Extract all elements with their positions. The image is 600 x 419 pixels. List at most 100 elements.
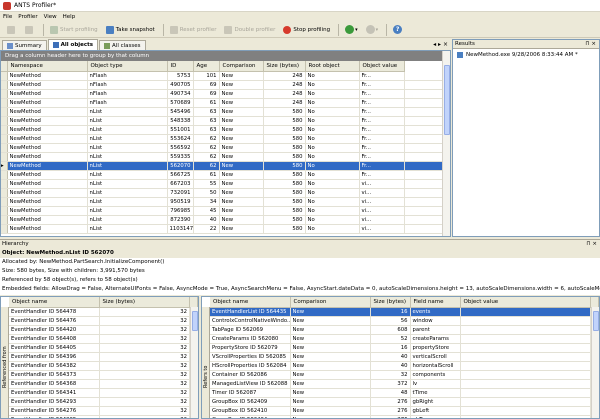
tab-all-classes[interactable]: All classes <box>99 40 146 50</box>
col-size[interactable]: Size (bytes) <box>263 61 306 72</box>
table-row[interactable]: NewMethod nList 548338 63 New 580 No Fr... <box>1 116 450 126</box>
stop-profiling-button[interactable]: Stop profiling <box>280 23 333 37</box>
col-object-name[interactable]: Object name <box>9 297 100 308</box>
tab-nav-icon[interactable]: ◂ ▸ × <box>433 41 448 48</box>
list-item[interactable]: ControlxControlNativeWindo... New 56 window <box>210 316 599 326</box>
menu-profiler[interactable]: Profiler <box>18 14 37 20</box>
list-item[interactable]: EventHandler ID 564341 32 <box>9 388 198 398</box>
list-item[interactable]: Timer ID 562087 New 48 tTime <box>210 388 599 398</box>
col-size-bytes[interactable]: Size (bytes) <box>370 297 411 308</box>
table-row[interactable]: NewMethod nFlash 5753 101 New 248 No Fr... <box>1 71 450 81</box>
col-comparison[interactable]: Comparison <box>290 297 371 308</box>
table-row[interactable]: NewMethod nList 732091 50 New 580 No vi... <box>1 188 450 198</box>
cell-object-value: vi... <box>359 215 405 225</box>
tab-all-objects[interactable]: All objects <box>47 39 99 50</box>
list-item[interactable]: EventHandler ID 564276 32 <box>9 406 198 416</box>
list-item[interactable]: PropertyStore ID 562079 New 16 propertyStor… <box>210 343 599 353</box>
col-root-object[interactable]: Root object <box>305 61 360 72</box>
cell-object-value: Fr... <box>359 89 405 99</box>
list-item[interactable]: GroupBox ID 562409 New 276 gbRight <box>210 397 599 407</box>
cell-object-type: nList <box>87 215 168 225</box>
list-item[interactable]: EventHandler ID 564478 32 <box>9 307 198 317</box>
scrollbar-thumb[interactable] <box>444 65 450 135</box>
table-row[interactable]: NewMethod nList 559335 62 New 580 No Fr... <box>1 152 450 162</box>
table-row[interactable]: NewMethod nList 796985 45 New 580 No vi... <box>1 206 450 216</box>
list-item[interactable]: ManagedListView ID 562088 New 372 lv <box>210 379 599 389</box>
list-item[interactable]: EventHandler ID 564396 32 <box>9 352 198 362</box>
list-item[interactable]: EventHandler ID 564373 32 <box>9 370 198 380</box>
table-row[interactable]: NewMethod nFlash 490705 69 New 248 No Fr... <box>1 80 450 90</box>
grid-scrollbar[interactable] <box>442 51 450 236</box>
list-item[interactable]: EventHandler ID 56426532 <box>9 415 198 418</box>
cell-size-bytes: 32 <box>370 370 411 380</box>
list-item[interactable]: EventHandler ID 564408 32 <box>9 334 198 344</box>
col-comparison[interactable]: Comparison <box>219 61 264 72</box>
cell-namespace: NewMethod <box>7 143 88 153</box>
take-snapshot-button[interactable]: Take snapshot <box>103 23 158 37</box>
scrollbar-thumb[interactable] <box>192 311 198 331</box>
double-profiler-button[interactable]: Double profiler <box>221 23 278 37</box>
col-namespace[interactable]: Namespace <box>7 61 88 72</box>
referenced-from-scrollbar[interactable] <box>190 307 198 418</box>
table-row[interactable]: NewMethod nList 950519 34 New 580 No vi... <box>1 197 450 207</box>
menu-view[interactable]: View <box>44 14 57 20</box>
nav-back-button[interactable]: ▾ <box>342 23 361 37</box>
cell-object-name: Container ID 562086 <box>210 370 291 380</box>
list-item[interactable]: TabPage ID 562069 New 608 parent <box>210 325 599 335</box>
list-item[interactable]: EventHandler ID 564382 32 <box>9 361 198 371</box>
tab-summary[interactable]: Summary <box>2 40 47 50</box>
table-row[interactable]: NewMethod nList 553624 62 New 580 No Fr... <box>1 134 450 144</box>
list-item[interactable]: EventHandler ID 564293 32 <box>9 397 198 407</box>
list-item[interactable]: EventHandlerList ID 564435 New 16 events <box>210 307 599 317</box>
refers-to-scrollbar[interactable] <box>591 307 599 418</box>
list-item[interactable]: CreateParams ID 562080 New 52 createParams <box>210 334 599 344</box>
table-row[interactable]: ▸ NewMethod nList 562070 62 New 580 No Fr... <box>1 161 450 171</box>
col-object-value[interactable]: Object value <box>359 61 405 72</box>
list-item[interactable]: GroupBox ID 562404New276gbTop <box>210 415 599 418</box>
table-row[interactable]: NewMethod nList 566725 61 New 580 No Fr... <box>1 170 450 180</box>
table-row[interactable]: NewMethod nList 872390 40 New 580 No vi... <box>1 215 450 225</box>
cell-field-name: window <box>410 316 461 326</box>
help-button[interactable]: ? <box>390 23 405 37</box>
col-id[interactable]: ID <box>167 61 194 72</box>
table-row[interactable]: NewMethod nList 556592 62 New 580 No Fr... <box>1 143 450 153</box>
col-size-bytes[interactable]: Size (bytes) <box>99 297 190 308</box>
col-object-type[interactable]: Object type <box>87 61 168 72</box>
table-row[interactable]: NewMethod nList 551001 63 New 580 No Fr... <box>1 125 450 135</box>
menu-help[interactable]: Help <box>63 14 76 20</box>
cell-age: 62 <box>193 134 220 144</box>
pin-icon[interactable]: ⊓ × <box>585 40 596 49</box>
list-item[interactable]: HScrollProperties ID 562084 New 40 horizont… <box>210 361 599 371</box>
list-item[interactable]: Container ID 562086 New 32 components <box>210 370 599 380</box>
nav-forward-button[interactable]: ▾ <box>363 23 382 37</box>
start-profiling-button[interactable]: Start profiling <box>47 23 101 37</box>
list-item[interactable]: EventHandler ID 564420 32 <box>9 325 198 335</box>
cell-age: 69 <box>193 89 220 99</box>
col-object-value[interactable]: Object value <box>460 297 591 308</box>
table-row[interactable]: NewMethod nFlash 490734 69 New 248 No Fr... <box>1 89 450 99</box>
results-item[interactable]: NewMethod.exe 9/28/2006 8:33:44 AM * <box>453 52 599 58</box>
list-item[interactable]: EventHandler ID 564476 32 <box>9 316 198 326</box>
cell-age: 45 <box>193 206 220 216</box>
col-field-name[interactable]: Field name <box>410 297 461 308</box>
table-row[interactable]: NewMethod nList 667203 55 New 580 No vi... <box>1 179 450 189</box>
cell-object-value: Fr... <box>359 116 405 126</box>
table-row[interactable]: NewMethod nFlash 570689 61 New 248 No Fr... <box>1 98 450 108</box>
list-item[interactable]: EventHandler ID 564368 32 <box>9 379 198 389</box>
table-row[interactable]: NewMethod nList 1103147 22 New 580 No vi... <box>1 224 450 234</box>
cell-object-name: EventHandler ID 564382 <box>9 361 100 371</box>
col-age[interactable]: Age <box>193 61 220 72</box>
forward-disabled-icon[interactable] <box>22 23 38 37</box>
list-item[interactable]: GroupBox ID 562410 New 276 gbLeft <box>210 406 599 416</box>
list-item[interactable]: VScrollProperties ID 562085 New 40 vertical… <box>210 352 599 362</box>
col-object-name[interactable]: Object name <box>210 297 291 308</box>
scrollbar-thumb[interactable] <box>593 311 599 331</box>
list-item[interactable]: EventHandler ID 564405 32 <box>9 343 198 353</box>
cell-namespace: NewMethod <box>7 125 88 135</box>
back-disabled-icon[interactable] <box>4 23 20 37</box>
reset-profiler-button[interactable]: Reset profiler <box>167 23 220 37</box>
menu-file[interactable]: File <box>3 14 12 20</box>
table-row[interactable]: NewMethod nList 545496 63 New 580 No Fr... <box>1 107 450 117</box>
cell-root-object: No <box>305 107 360 117</box>
close-icon[interactable]: ⊓ × <box>586 240 597 248</box>
